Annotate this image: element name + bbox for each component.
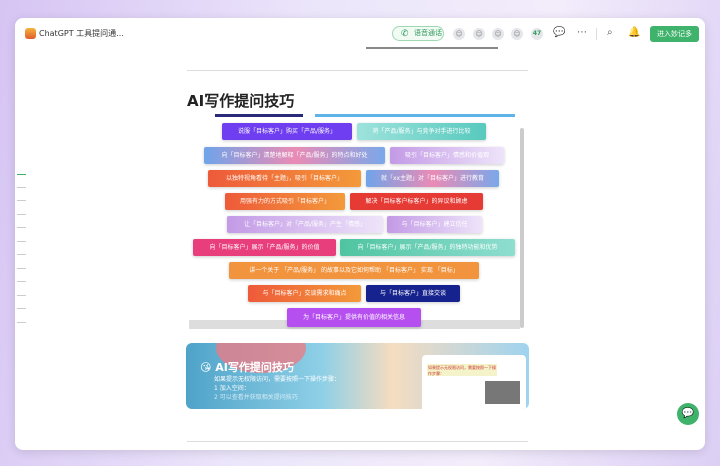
app-window: ChatGPT 工具提问通... ✆ 语音通话 ☺ ☺ ☺ ☺ 47 💬 ⋯ ⌕ … [15, 18, 705, 450]
vertical-scrollbar[interactable] [520, 128, 524, 328]
avatar[interactable]: ☺ [453, 28, 465, 40]
prompt-button[interactable]: 与「目标客户」直接交谈 [366, 285, 460, 302]
prompt-button[interactable]: 就「xx主题」对「目标客户」进行教育 [366, 170, 499, 187]
prompt-button[interactable]: 以独特视角看待「主题」，吸引「目标客户」 [208, 170, 361, 187]
banner-text: 1 加入空间： [214, 385, 250, 392]
prompt-button[interactable]: 讲一个关于 「产品/服务」 的故事以及它如何帮助 「目标客户」 实现 「目标」 [229, 262, 479, 279]
prompt-button[interactable]: 为「目标客户」提供有价值的相关信息 [287, 308, 421, 327]
banner-image[interactable]: 😘 AI写作提问技巧 如果提示无权限访问，需要按照一下操作步骤： 1 加入空间：… [186, 343, 529, 409]
toc-marker[interactable] [17, 308, 26, 309]
bell-icon[interactable]: 🔔 [628, 27, 640, 38]
prompt-button[interactable]: 向「目标客户」清楚地解释「产品/服务」的特点和好处 [204, 147, 385, 164]
avatar[interactable]: ☺ [511, 28, 523, 40]
card-text: 如果提示无权限访问，需要按照一下操作步骤： [427, 364, 497, 376]
banner-card: 如果提示无权限访问，需要按照一下操作步骤： [422, 355, 526, 409]
prompt-button[interactable]: 吸引「目标客户」情感和价值观 [390, 147, 504, 164]
phone-icon: ✆ [401, 29, 409, 39]
button-edge [215, 114, 303, 117]
comments-icon[interactable]: 💬 [553, 27, 565, 38]
toc-marker[interactable] [17, 268, 26, 269]
toc-marker[interactable] [17, 200, 26, 201]
prompt-button[interactable]: 将「产品/服务」与竞争对手进行比较 [357, 123, 486, 140]
button-edge [315, 114, 515, 117]
voice-call-label: 语音通话 [414, 29, 442, 37]
prompt-button[interactable]: 向「目标客户」展示「产品/服务」的独特功能和优势 [340, 239, 515, 256]
toc-marker[interactable] [17, 214, 26, 215]
toc-marker[interactable] [17, 281, 26, 282]
prompt-button[interactable]: 用强有力的方式吸引「目标客户」 [225, 193, 345, 210]
card-screenshot [485, 381, 520, 404]
prompt-button[interactable]: 与「目标客户」建立信任 [387, 216, 482, 233]
header: ChatGPT 工具提问通... ✆ 语音通话 ☺ ☺ ☺ ☺ 47 💬 ⋯ ⌕ … [15, 18, 705, 50]
avatar[interactable]: ☺ [492, 28, 504, 40]
doc-title[interactable]: ChatGPT 工具提问通... [39, 28, 124, 39]
voice-call-button[interactable]: ✆ 语音通话 [392, 26, 444, 41]
member-count[interactable]: 47 [531, 28, 543, 40]
divider [187, 70, 528, 71]
toc-marker[interactable] [17, 187, 26, 188]
avatar[interactable]: ☺ [473, 28, 485, 40]
prompt-button[interactable]: 说服「目标客户」购买「产品/服务」 [222, 123, 352, 140]
toc-marker[interactable] [17, 295, 26, 296]
prompt-button[interactable]: 向「目标客户」展示「产品/服务」的价值 [193, 239, 336, 256]
scroll-indicator [366, 47, 498, 49]
page-title: AI写作提问技巧 [187, 92, 295, 110]
prompt-button[interactable]: 解决「目标客户标客户」的异议和顾虑 [350, 193, 483, 210]
doc-logo-icon [25, 28, 36, 39]
divider [187, 441, 528, 442]
enter-button[interactable]: 进入妙记多 [650, 26, 699, 42]
prompt-button[interactable]: 让「目标客户」对「产品/服务」产生「情感」 [227, 216, 383, 233]
divider [596, 28, 597, 40]
banner-text: 2 可以查看并获取相关提问技巧 [214, 394, 298, 401]
banner-text: 如果提示无权限访问，需要按照一下操作步骤： [214, 376, 341, 383]
more-icon[interactable]: ⋯ [577, 27, 587, 38]
toc-marker[interactable] [17, 322, 26, 323]
search-icon[interactable]: ⌕ [607, 27, 613, 38]
banner-title: 😘 AI写作提问技巧 [200, 361, 294, 374]
toc-marker[interactable] [17, 254, 26, 255]
toc-marker[interactable] [17, 227, 26, 228]
prompt-button[interactable]: 与「目标客户」交谈需求和痛点 [248, 285, 361, 302]
chat-support-button[interactable]: 💬 [677, 403, 699, 425]
toc-marker[interactable] [17, 174, 26, 175]
toc-marker[interactable] [17, 241, 26, 242]
